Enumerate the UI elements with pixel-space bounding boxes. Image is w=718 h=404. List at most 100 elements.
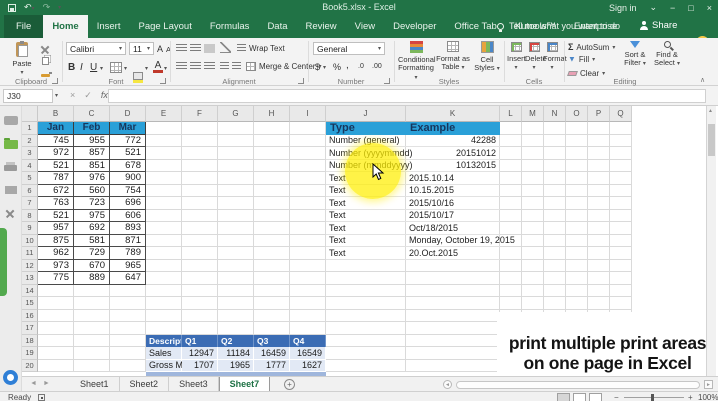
sort-filter-button[interactable]: Sort &Filter ▾ <box>620 41 650 69</box>
ribbon-tab-formulas[interactable]: Formulas <box>201 15 259 38</box>
col-header-l[interactable]: L <box>500 106 522 122</box>
bottom-table-header-descriptio[interactable]: Descriptio <box>146 335 182 348</box>
right-table-type-cell[interactable]: Text <box>326 222 406 235</box>
row-header-3[interactable]: 3 <box>22 147 38 160</box>
decrease-indent-icon[interactable] <box>220 62 229 71</box>
left-table-cell[interactable]: 696 <box>110 197 146 210</box>
ribbon-tab-data[interactable]: Data <box>258 15 296 38</box>
font-dialog-launcher-icon[interactable] <box>160 78 166 84</box>
right-table-example-cell[interactable]: 10.15.2015 <box>406 185 500 198</box>
borders-dropdown[interactable]: ▾ <box>124 65 127 72</box>
align-right-icon[interactable] <box>204 62 215 71</box>
col-header-p[interactable]: P <box>588 106 610 122</box>
right-table-type-cell[interactable]: Text <box>326 247 406 260</box>
left-table-cell[interactable]: 775 <box>38 272 74 285</box>
left-table-cell[interactable]: 851 <box>74 160 110 173</box>
col-header-j[interactable]: J <box>326 106 406 122</box>
left-table-cell[interactable]: 955 <box>74 135 110 148</box>
row-header-17[interactable]: 17 <box>22 322 38 335</box>
sheet-tab-sheet2[interactable]: Sheet2 <box>120 377 170 392</box>
left-table-cell[interactable]: 723 <box>74 197 110 210</box>
ribbon-tab-review[interactable]: Review <box>297 15 346 38</box>
alignment-dialog-launcher-icon[interactable] <box>298 78 304 84</box>
name-box-dropdown[interactable]: ▾ <box>55 92 58 99</box>
col-header-h[interactable]: H <box>254 106 290 122</box>
left-table-cell[interactable]: 647 <box>110 272 146 285</box>
left-table-cell[interactable]: 521 <box>38 160 74 173</box>
ribbon-tab-insert[interactable]: Insert <box>88 15 130 38</box>
font-size-select[interactable]: 11▾ <box>129 42 154 55</box>
row-header-2[interactable]: 2 <box>22 135 38 148</box>
number-dialog-launcher-icon[interactable] <box>384 78 390 84</box>
align-bottom-icon[interactable] <box>204 44 215 53</box>
align-center-icon[interactable] <box>190 62 201 71</box>
macro-record-icon[interactable] <box>38 394 45 401</box>
vertical-scroll-thumb[interactable] <box>708 124 715 156</box>
bottom-table-cell[interactable]: 1707 <box>182 360 218 373</box>
row-header-8[interactable]: 8 <box>22 210 38 223</box>
left-table-cell[interactable]: 857 <box>74 147 110 160</box>
row-header-19[interactable]: 19 <box>22 347 38 360</box>
enter-check-icon[interactable]: ✓ <box>84 90 92 101</box>
format-cells-button[interactable]: Format▾ <box>543 42 561 73</box>
autosum-button[interactable]: Σ AutoSum▾ <box>568 42 615 52</box>
right-table-example-cell[interactable]: 20.Oct.2015 <box>406 247 500 260</box>
find-select-button[interactable]: Find &Select ▾ <box>652 41 682 69</box>
cut-button[interactable] <box>40 44 50 56</box>
right-table-example-cell[interactable]: 20151012 <box>406 147 500 160</box>
left-table-cell[interactable]: 875 <box>38 235 74 248</box>
copy-button[interactable] <box>42 57 49 67</box>
format-as-table-button[interactable]: Format asTable ▾ <box>436 41 470 73</box>
left-table-cell[interactable]: 772 <box>110 135 146 148</box>
wrap-text-button[interactable]: Wrap Text <box>237 44 285 53</box>
right-table-type-cell[interactable]: Text <box>326 197 406 210</box>
left-table-header-feb[interactable]: Feb <box>74 122 110 135</box>
left-table-cell[interactable]: 975 <box>74 210 110 223</box>
col-header-c[interactable]: C <box>74 106 110 122</box>
col-header-i[interactable]: I <box>290 106 326 122</box>
row-header-16[interactable]: 16 <box>22 310 38 323</box>
new-sheet-button[interactable]: + <box>284 379 295 390</box>
left-table-cell[interactable]: 893 <box>110 222 146 235</box>
select-all-corner[interactable] <box>22 106 38 122</box>
left-table-cell[interactable]: 789 <box>110 247 146 260</box>
font-family-select[interactable]: Calibri▾ <box>66 42 126 55</box>
horizontal-scrollbar[interactable] <box>456 381 700 389</box>
sheet-tab-sheet7[interactable]: Sheet7 <box>219 377 271 392</box>
left-table-header-mar[interactable]: Mar <box>110 122 146 135</box>
row-header-13[interactable]: 13 <box>22 272 38 285</box>
row-header-6[interactable]: 6 <box>22 185 38 198</box>
left-table-cell[interactable]: 973 <box>38 260 74 273</box>
bottom-table-header-q2[interactable]: Q2 <box>218 335 254 348</box>
col-header-e[interactable]: E <box>146 106 182 122</box>
scroll-up-icon[interactable]: ▲ <box>708 108 713 114</box>
bottom-table-cell[interactable]: 11184 <box>218 347 254 360</box>
delete-cells-button[interactable]: Delete▾ <box>525 42 543 73</box>
conditional-formatting-button[interactable]: ConditionalFormatting ▾ <box>398 41 434 82</box>
align-left-icon[interactable] <box>176 62 187 71</box>
clipboard-dialog-launcher-icon[interactable] <box>52 78 58 84</box>
left-table-header-jan[interactable]: Jan <box>38 122 74 135</box>
comma-style-button[interactable]: , <box>346 60 349 71</box>
left-table-cell[interactable]: 745 <box>38 135 74 148</box>
right-table-example-cell[interactable]: 2015/10/16 <box>406 197 500 210</box>
merge-center-button[interactable]: Merge & Center ▾ <box>246 62 321 71</box>
sheet-tab-sheet3[interactable]: Sheet3 <box>169 377 219 392</box>
row-header-11[interactable]: 11 <box>22 247 38 260</box>
minimize-icon[interactable]: − <box>670 3 675 13</box>
sign-in-button[interactable]: Sign in <box>609 3 637 13</box>
share-button[interactable]: Share <box>640 20 677 31</box>
settings-gear-icon[interactable] <box>3 370 18 385</box>
bottom-table-cell[interactable]: Gross Mar <box>146 360 182 373</box>
right-table-example-cell[interactable]: Monday, October 19, 2015 <box>406 235 500 248</box>
bottom-table-header-q3[interactable]: Q3 <box>254 335 290 348</box>
left-table-cell[interactable]: 672 <box>38 185 74 198</box>
grow-font-button[interactable]: A <box>157 44 163 54</box>
align-top-icon[interactable] <box>176 44 187 53</box>
fill-color-dropdown[interactable]: ▾ <box>145 65 148 72</box>
borders-icon[interactable] <box>110 62 122 73</box>
underline-dropdown[interactable]: ▾ <box>100 65 103 72</box>
collapse-ribbon-icon[interactable]: ∧ <box>700 76 705 84</box>
bottom-table-cell[interactable]: 1777 <box>254 360 290 373</box>
left-table-cell[interactable]: 972 <box>38 147 74 160</box>
